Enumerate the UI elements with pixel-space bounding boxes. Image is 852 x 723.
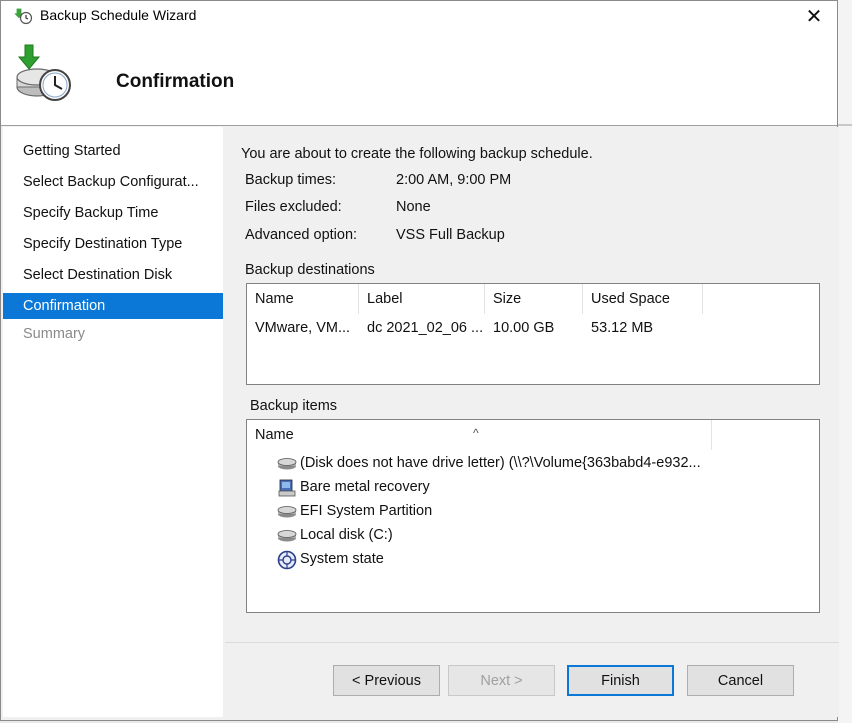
background-window-line [838,124,852,126]
list-item[interactable]: (Disk does not have drive letter) (\\?\V… [276,452,701,475]
backup-items-list[interactable]: Name ^ (Disk does not have drive letter)… [246,419,820,613]
advanced-option-value: VSS Full Backup [396,227,505,243]
background-window-strip [838,0,852,723]
files-excluded-label: Files excluded: [245,199,342,215]
item-label: Local disk (C:) [300,527,393,543]
disk-icon [276,455,298,473]
window-title: Backup Schedule Wizard [40,7,197,23]
list-item[interactable]: System state [276,548,384,571]
list-item[interactable]: Local disk (C:) [276,524,393,547]
item-label: (Disk does not have drive letter) (\\?\V… [300,455,701,471]
column-header-item-name[interactable]: Name ^ [247,420,712,450]
intro-text: You are about to create the following ba… [241,146,593,162]
item-name-header-text: Name [255,427,294,443]
cancel-button[interactable]: Cancel [687,665,794,696]
page-title: Confirmation [116,71,235,92]
backup-destinations-list[interactable]: Name Label Size Used Space VMware, VM...… [246,283,820,385]
title-bar[interactable]: Backup Schedule Wizard ✕ [1,1,837,31]
disk-icon [276,503,298,521]
wizard-steps-panel: Getting Started Select Backup Configurat… [3,127,223,717]
destination-label-cell[interactable]: dc 2021_02_06 ... [359,315,485,341]
column-header-name[interactable]: Name [247,284,359,314]
step-specify-backup-time[interactable]: Specify Backup Time [3,200,223,226]
next-button: Next > [448,665,555,696]
step-summary: Summary [23,326,86,342]
backup-destinations-label: Backup destinations [245,262,375,278]
item-label: System state [300,551,384,567]
confirmation-content: You are about to create the following ba… [225,127,839,717]
step-select-backup-configuration[interactable]: Select Backup Configurat... [3,169,223,195]
wizard-window: Backup Schedule Wizard ✕ Confirmation Ge… [0,0,839,721]
step-specify-destination-type[interactable]: Specify Destination Type [3,231,223,257]
step-confirmation[interactable]: Confirmation [3,293,223,319]
column-header-size[interactable]: Size [485,284,583,314]
disk-icon [276,527,298,545]
backup-times-label: Backup times: [245,172,337,188]
advanced-option-label: Advanced option: [245,227,358,243]
previous-button[interactable]: < Previous [333,665,440,696]
step-getting-started[interactable]: Getting Started [3,138,223,164]
column-header-label[interactable]: Label [359,284,485,314]
files-excluded-value: None [396,199,431,215]
close-icon: ✕ [805,5,823,28]
destination-name-cell[interactable]: VMware, VM... [247,315,359,341]
backup-app-icon [14,8,33,25]
server-icon [276,479,298,497]
item-label: Bare metal recovery [300,479,430,495]
item-label: EFI System Partition [300,503,433,519]
sort-ascending-icon: ^ [473,426,479,440]
column-header-used-space[interactable]: Used Space [583,284,703,314]
destination-size-cell[interactable]: 10.00 GB [485,315,583,341]
backup-clock-icon [16,44,71,101]
step-select-destination-disk[interactable]: Select Destination Disk [3,262,223,288]
footer-divider [225,642,839,643]
backup-times-value: 2:00 AM, 9:00 PM [396,172,512,188]
list-item[interactable]: EFI System Partition [276,500,432,523]
backup-items-label: Backup items [250,398,338,414]
close-button[interactable]: ✕ [791,1,837,31]
finish-button[interactable]: Finish [567,665,674,696]
list-item[interactable]: Bare metal recovery [276,476,430,499]
destination-used-space-cell[interactable]: 53.12 MB [583,315,703,341]
wizard-header: Confirmation [1,31,837,126]
system-state-icon [276,550,298,569]
